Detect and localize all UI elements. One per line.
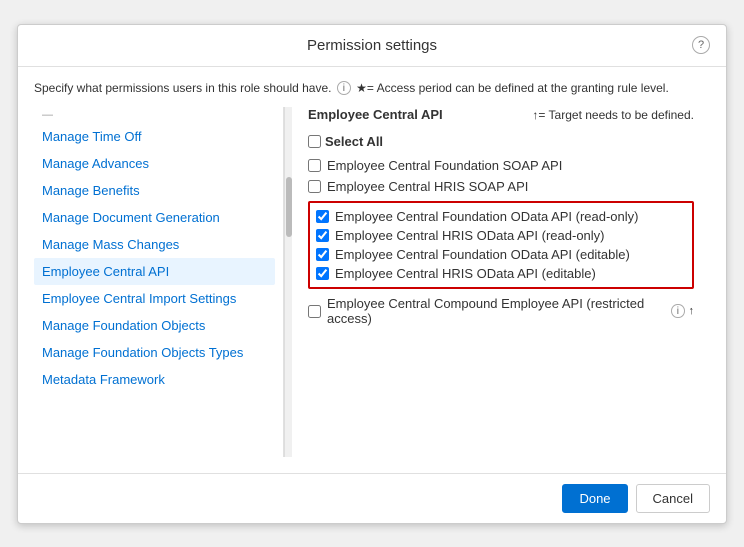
compound-employee-target-badge: ↑ — [689, 305, 695, 317]
checkbox-ec-hris-soap[interactable] — [308, 180, 321, 193]
sidebar: — Manage Time Off Manage Advances Manage… — [34, 107, 284, 457]
sidebar-item-employee-central-api[interactable]: Employee Central API — [34, 258, 275, 285]
permission-label-ec-foundation-odata-editable: Employee Central Foundation OData API (e… — [335, 247, 630, 262]
checkbox-ec-foundation-soap[interactable] — [308, 159, 321, 172]
sidebar-item-manage-foundation-objects-types[interactable]: Manage Foundation Objects Types — [34, 339, 275, 366]
sidebar-item-manage-foundation-objects[interactable]: Manage Foundation Objects — [34, 312, 275, 339]
done-button[interactable]: Done — [562, 484, 627, 513]
highlighted-permissions-group: Employee Central Foundation OData API (r… — [308, 201, 694, 289]
permission-settings-dialog: Permission settings ? Specify what permi… — [17, 24, 727, 524]
checkbox-ec-hris-odata-readonly[interactable] — [316, 229, 329, 242]
main-content: Employee Central API ↑= Target needs to … — [292, 107, 710, 457]
sidebar-scrollbar[interactable] — [284, 107, 292, 457]
sidebar-scroll-hint: — — [34, 107, 275, 123]
sidebar-item-manage-document-generation[interactable]: Manage Document Generation — [34, 204, 275, 231]
dialog-body: Specify what permissions users in this r… — [18, 67, 726, 473]
dialog-title: Permission settings — [307, 37, 437, 54]
compound-employee-info-icon: i — [671, 304, 684, 318]
select-all-row: Select All — [308, 134, 694, 149]
checkbox-ec-foundation-odata-readonly[interactable] — [316, 210, 329, 223]
permission-row-ec-compound-employee: Employee Central Compound Employee API (… — [308, 293, 694, 329]
sidebar-scrollbar-thumb — [286, 177, 292, 237]
permission-row-ec-foundation-odata-readonly: Employee Central Foundation OData API (r… — [316, 207, 686, 226]
permission-label-ec-hris-odata-readonly: Employee Central HRIS OData API (read-on… — [335, 228, 605, 243]
sidebar-item-employee-central-import-settings[interactable]: Employee Central Import Settings — [34, 285, 275, 312]
dialog-header: Permission settings ? — [18, 25, 726, 67]
sidebar-item-manage-benefits[interactable]: Manage Benefits — [34, 177, 275, 204]
permission-row-ec-foundation-soap: Employee Central Foundation SOAP API — [308, 155, 694, 176]
section-title: Employee Central API — [308, 107, 443, 122]
content-area: — Manage Time Off Manage Advances Manage… — [34, 107, 710, 457]
permission-label-ec-hris-odata-editable: Employee Central HRIS OData API (editabl… — [335, 266, 596, 281]
permission-row-ec-hris-soap: Employee Central HRIS SOAP API — [308, 176, 694, 197]
checkbox-ec-foundation-odata-editable[interactable] — [316, 248, 329, 261]
info-circle-icon: i — [337, 81, 351, 95]
sidebar-item-manage-mass-changes[interactable]: Manage Mass Changes — [34, 231, 275, 258]
sidebar-item-manage-advances[interactable]: Manage Advances — [34, 150, 275, 177]
permission-row-ec-hris-odata-editable: Employee Central HRIS OData API (editabl… — [316, 264, 686, 283]
permission-label-ec-hris-soap: Employee Central HRIS SOAP API — [327, 179, 528, 194]
permission-label-ec-foundation-odata-readonly: Employee Central Foundation OData API (r… — [335, 209, 639, 224]
checkbox-ec-compound-employee[interactable] — [308, 305, 321, 318]
cancel-button[interactable]: Cancel — [636, 484, 710, 513]
select-all-label: Select All — [325, 134, 383, 149]
instruction-text: Specify what permissions users in this r… — [34, 81, 710, 96]
sidebar-item-manage-time-off[interactable]: Manage Time Off — [34, 123, 275, 150]
permission-row-ec-hris-odata-readonly: Employee Central HRIS OData API (read-on… — [316, 226, 686, 245]
dialog-footer: Done Cancel — [18, 473, 726, 523]
permission-label-ec-compound-employee: Employee Central Compound Employee API (… — [327, 296, 667, 326]
select-all-checkbox[interactable] — [308, 135, 321, 148]
target-note: ↑= Target needs to be defined. — [532, 108, 694, 122]
permission-label-ec-foundation-soap: Employee Central Foundation SOAP API — [327, 158, 562, 173]
help-icon[interactable]: ? — [692, 36, 710, 54]
checkbox-ec-hris-odata-editable[interactable] — [316, 267, 329, 280]
permission-row-ec-foundation-odata-editable: Employee Central Foundation OData API (e… — [316, 245, 686, 264]
section-header: Employee Central API ↑= Target needs to … — [308, 107, 694, 126]
sidebar-item-metadata-framework[interactable]: Metadata Framework — [34, 366, 275, 393]
